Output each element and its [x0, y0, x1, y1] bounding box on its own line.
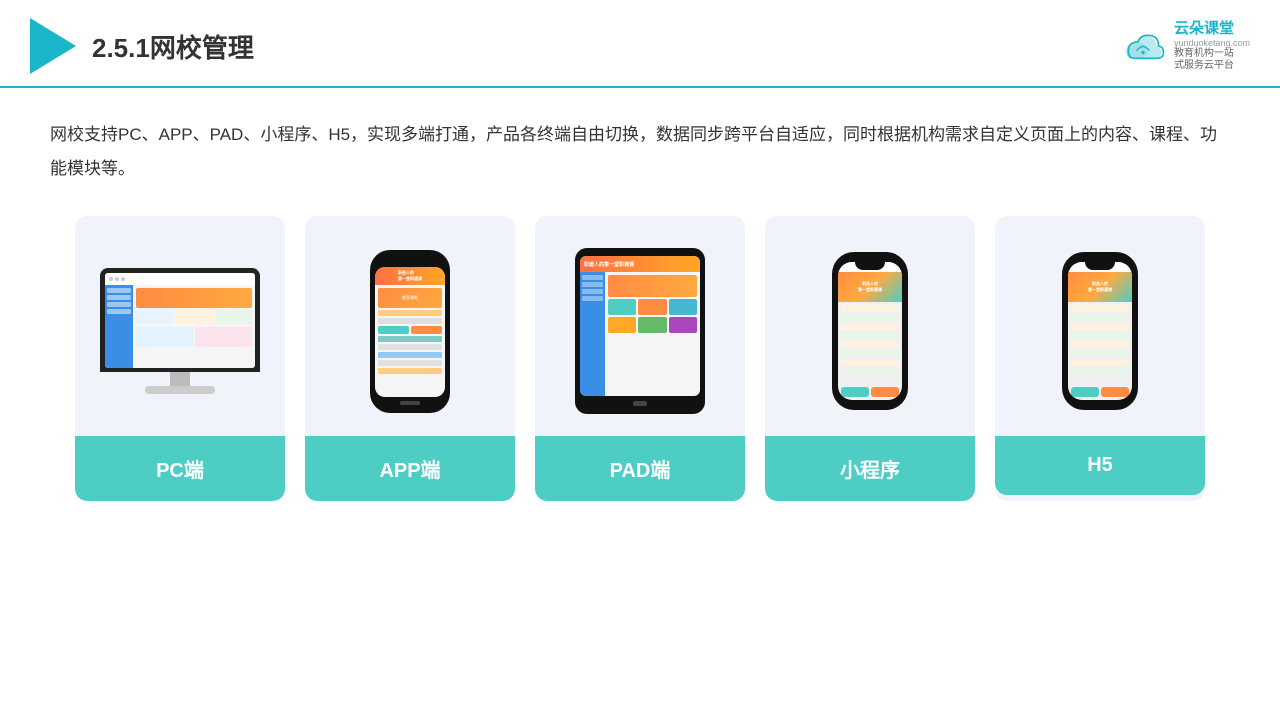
card-miniprogram-label: 小程序	[765, 436, 975, 501]
brand-url: yunduoketang.com	[1174, 38, 1250, 49]
pad-device-icon: 职途人的第一堂职通课	[575, 248, 705, 414]
brand-logo: 云朵课堂 yunduoketang.com 教育机构一站式服务云平台	[1118, 20, 1250, 73]
card-pad: 职途人的第一堂职通课	[535, 216, 745, 501]
header-left: 2.5.1网校管理	[30, 18, 254, 74]
pc-monitor-icon	[100, 268, 260, 394]
card-app-label: APP端	[305, 436, 515, 501]
card-pad-label: PAD端	[535, 436, 745, 501]
main-content: 网校支持PC、APP、PAD、小程序、H5，实现多端打通，产品各终端自由切换，数…	[0, 88, 1280, 521]
card-h5: 职途人的第一堂职通课	[995, 216, 1205, 501]
card-h5-image: 职途人的第一堂职通课	[995, 216, 1205, 436]
page-header: 2.5.1网校管理 云朵课堂 yunduoketang.com 教育机构一站式服…	[0, 0, 1280, 88]
logo-triangle-icon	[30, 18, 76, 74]
cloud-icon	[1118, 28, 1168, 64]
page-title: 2.5.1网校管理	[92, 28, 254, 65]
brand-text: 云朵课堂 yunduoketang.com 教育机构一站式服务云平台	[1174, 20, 1250, 73]
h5-phone-icon: 职途人的第一堂职通课	[1062, 252, 1138, 410]
card-pc-image	[75, 216, 285, 436]
brand-slogan: 教育机构一站式服务云平台	[1174, 48, 1234, 72]
card-pc-label: PC端	[75, 436, 285, 501]
cards-container: PC端 职途人的第一堂职通课	[50, 216, 1230, 501]
miniprogram-phone-icon: 职途人的第一堂职通课	[832, 252, 908, 410]
card-app: 职途人的第一堂职通课 推荐课程	[305, 216, 515, 501]
card-pc: PC端	[75, 216, 285, 501]
card-h5-label: H5	[995, 436, 1205, 495]
card-app-image: 职途人的第一堂职通课 推荐课程	[305, 216, 515, 436]
brand-name: 云朵课堂	[1174, 20, 1234, 38]
description-text: 网校支持PC、APP、PAD、小程序、H5，实现多端打通，产品各终端自由切换，数…	[50, 118, 1230, 186]
header-right: 云朵课堂 yunduoketang.com 教育机构一站式服务云平台	[1118, 20, 1250, 73]
card-miniprogram: 职途人的第一堂职通课	[765, 216, 975, 501]
app-phone-icon: 职途人的第一堂职通课 推荐课程	[370, 250, 450, 413]
card-pad-image: 职途人的第一堂职通课	[535, 216, 745, 436]
card-miniprogram-image: 职途人的第一堂职通课	[765, 216, 975, 436]
